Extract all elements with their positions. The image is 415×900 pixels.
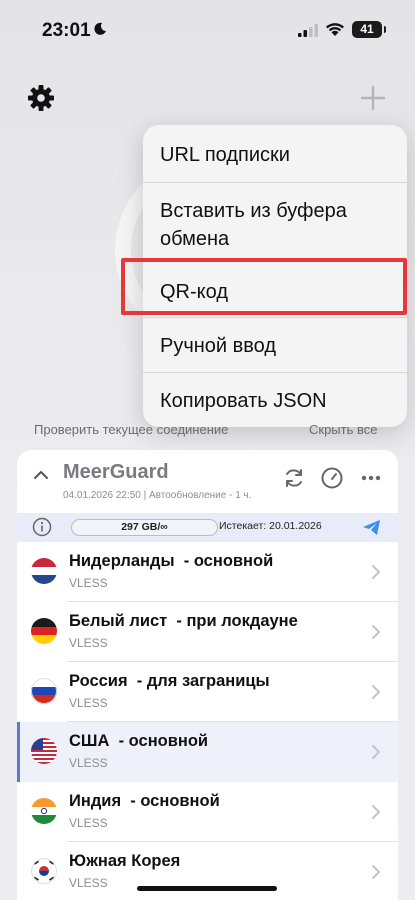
expiry-date: Истекает: 20.01.2026	[219, 520, 322, 532]
flag-russia-icon	[31, 678, 57, 704]
flag-usa-icon	[31, 738, 57, 764]
telegram-icon[interactable]	[362, 519, 381, 536]
more-icon[interactable]	[360, 467, 382, 489]
chevron-right-icon	[372, 745, 380, 759]
chevron-right-icon	[372, 805, 380, 819]
signal-icon	[298, 24, 318, 37]
server-row[interactable]: Нидерланды - основной VLESS	[17, 542, 398, 602]
subscription-title: MeerGuard	[63, 461, 169, 483]
server-protocol: VLESS	[69, 816, 108, 830]
traffic-usage-badge: 297 GB/∞	[71, 519, 218, 536]
server-name: Россия - для заграницы	[69, 672, 270, 690]
home-indicator[interactable]	[137, 886, 277, 891]
subscription-card: MeerGuard 04.01.2026 22:50 | Автообновле…	[17, 450, 398, 900]
server-row[interactable]: Белый лист - при локдауне VLESS	[17, 602, 398, 662]
qr-code-highlight-box	[121, 258, 407, 315]
moon-icon	[94, 22, 106, 35]
speedometer-icon[interactable]	[320, 466, 344, 490]
flag-india-icon	[31, 798, 57, 824]
battery-level: 41	[360, 22, 374, 36]
subscription-meta: 04.01.2026 22:50 | Автообновление - 1 ч.	[63, 490, 252, 501]
server-protocol: VLESS	[69, 696, 108, 710]
chevron-right-icon	[372, 565, 380, 579]
wifi-icon	[326, 23, 344, 36]
battery-icon: 41	[352, 21, 386, 38]
server-row[interactable]: Индия - основной VLESS	[17, 782, 398, 842]
chevron-right-icon	[372, 625, 380, 639]
menu-divider	[143, 317, 407, 318]
flag-south-korea-icon	[31, 858, 57, 884]
refresh-icon[interactable]	[282, 466, 306, 490]
server-protocol: VLESS	[69, 756, 108, 770]
server-protocol: VLESS	[69, 576, 108, 590]
server-row-selected[interactable]: США - основной VLESS	[17, 722, 398, 782]
menu-item-paste-clipboard[interactable]: Вставить из буфера обмена	[143, 197, 373, 253]
menu-item-copy-json[interactable]: Копировать JSON	[143, 387, 407, 415]
info-icon[interactable]	[32, 517, 52, 537]
server-name: Индия - основной	[69, 792, 220, 810]
add-icon[interactable]	[360, 85, 386, 111]
server-name: Южная Корея	[69, 852, 181, 870]
menu-item-manual-entry[interactable]: Ручной ввод	[143, 332, 407, 360]
clock: 23:01	[42, 20, 91, 41]
server-row[interactable]: Россия - для заграницы VLESS	[17, 662, 398, 722]
check-connection-link[interactable]: Проверить текущее соединение	[34, 422, 228, 437]
menu-item-subscription-url[interactable]: URL подписки	[143, 141, 407, 169]
flag-netherlands-icon	[31, 558, 57, 584]
chevron-right-icon	[372, 685, 380, 699]
status-bar: 23:01 41	[0, 0, 415, 62]
subscription-info-bar: 297 GB/∞ Истекает: 20.01.2026	[17, 513, 398, 542]
menu-divider	[143, 372, 407, 373]
server-protocol: VLESS	[69, 876, 108, 890]
server-row[interactable]: Южная Корея VLESS	[17, 842, 398, 900]
server-protocol: VLESS	[69, 636, 108, 650]
server-name: Нидерланды - основной	[69, 552, 274, 570]
hide-all-link[interactable]: Скрыть все	[309, 422, 377, 437]
gear-icon[interactable]	[26, 83, 56, 113]
chevron-right-icon	[372, 865, 380, 879]
chevron-up-icon[interactable]	[33, 470, 49, 480]
flag-germany-icon	[31, 618, 57, 644]
menu-divider	[143, 182, 407, 183]
server-name: США - основной	[69, 732, 209, 750]
server-name: Белый лист - при локдауне	[69, 612, 298, 630]
